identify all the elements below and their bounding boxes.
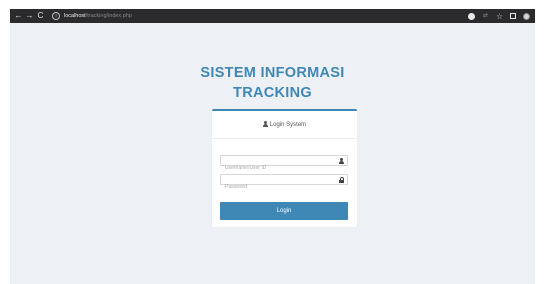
address-bar[interactable]: i localhost/tracking/index.php: [52, 12, 132, 20]
lock-icon: [339, 177, 344, 183]
browser-window: ← → C i localhost/tracking/index.php ⇄ ☆…: [10, 9, 535, 284]
password-input[interactable]: [221, 182, 335, 192]
url-path: /tracking/index.php: [85, 13, 132, 19]
forward-icon[interactable]: →: [24, 9, 35, 23]
info-icon[interactable]: i: [52, 12, 60, 20]
user-icon: [339, 158, 344, 164]
user-icon: [262, 121, 268, 127]
url-host: localhost: [64, 13, 86, 19]
url-text[interactable]: localhost/tracking/index.php: [64, 13, 132, 19]
profile-avatar-icon[interactable]: [523, 12, 530, 20]
password-field[interactable]: [220, 174, 348, 192]
divider: [212, 138, 357, 139]
username-input[interactable]: [221, 163, 335, 173]
login-panel-header: Login System: [212, 120, 357, 130]
bookmark-star-icon[interactable]: ☆: [496, 12, 503, 20]
back-icon[interactable]: ←: [13, 9, 24, 23]
browser-actions: ⇄ ☆: [468, 9, 530, 23]
extension-icon[interactable]: [468, 12, 475, 20]
browser-toolbar: ← → C i localhost/tracking/index.php ⇄ ☆: [10, 9, 535, 23]
translate-icon[interactable]: ⇄: [482, 13, 489, 20]
page-title-line1: SISTEM INFORMASI: [200, 65, 345, 81]
reload-icon[interactable]: C: [35, 9, 46, 23]
page-title: SISTEM INFORMASI TRACKING: [10, 63, 535, 103]
username-field[interactable]: [220, 155, 348, 173]
tab-window-icon[interactable]: [510, 13, 516, 19]
login-button[interactable]: Login: [220, 202, 348, 220]
login-header-label: Login System: [269, 122, 307, 128]
login-panel: Login System Login: [212, 109, 357, 227]
page-title-line2: TRACKING: [233, 85, 312, 101]
